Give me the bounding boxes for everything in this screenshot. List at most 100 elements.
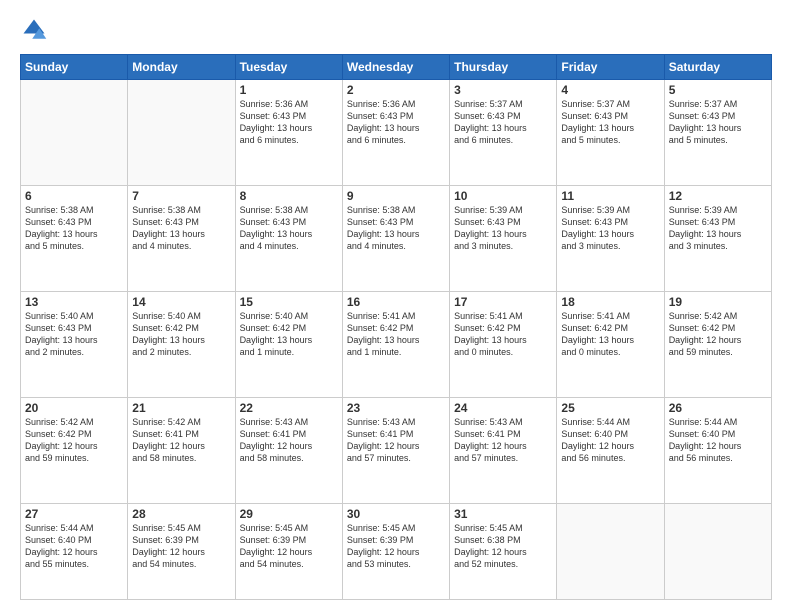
day-number: 18 bbox=[561, 295, 659, 309]
day-info: Sunrise: 5:38 AM Sunset: 6:43 PM Dayligh… bbox=[240, 204, 338, 253]
weekday-header: Tuesday bbox=[235, 55, 342, 80]
day-number: 31 bbox=[454, 507, 552, 521]
calendar-week-row: 20Sunrise: 5:42 AM Sunset: 6:42 PM Dayli… bbox=[21, 397, 772, 503]
day-number: 30 bbox=[347, 507, 445, 521]
day-info: Sunrise: 5:42 AM Sunset: 6:42 PM Dayligh… bbox=[25, 416, 123, 465]
day-number: 27 bbox=[25, 507, 123, 521]
day-info: Sunrise: 5:42 AM Sunset: 6:42 PM Dayligh… bbox=[669, 310, 767, 359]
weekday-header: Thursday bbox=[450, 55, 557, 80]
day-info: Sunrise: 5:41 AM Sunset: 6:42 PM Dayligh… bbox=[561, 310, 659, 359]
day-number: 19 bbox=[669, 295, 767, 309]
day-info: Sunrise: 5:44 AM Sunset: 6:40 PM Dayligh… bbox=[561, 416, 659, 465]
calendar-cell: 4Sunrise: 5:37 AM Sunset: 6:43 PM Daylig… bbox=[557, 80, 664, 186]
calendar-cell: 8Sunrise: 5:38 AM Sunset: 6:43 PM Daylig… bbox=[235, 185, 342, 291]
calendar-cell: 1Sunrise: 5:36 AM Sunset: 6:43 PM Daylig… bbox=[235, 80, 342, 186]
calendar-cell: 29Sunrise: 5:45 AM Sunset: 6:39 PM Dayli… bbox=[235, 503, 342, 599]
day-number: 8 bbox=[240, 189, 338, 203]
calendar-cell: 26Sunrise: 5:44 AM Sunset: 6:40 PM Dayli… bbox=[664, 397, 771, 503]
day-info: Sunrise: 5:38 AM Sunset: 6:43 PM Dayligh… bbox=[132, 204, 230, 253]
calendar-cell bbox=[557, 503, 664, 599]
calendar-cell: 22Sunrise: 5:43 AM Sunset: 6:41 PM Dayli… bbox=[235, 397, 342, 503]
day-info: Sunrise: 5:39 AM Sunset: 6:43 PM Dayligh… bbox=[454, 204, 552, 253]
day-info: Sunrise: 5:39 AM Sunset: 6:43 PM Dayligh… bbox=[561, 204, 659, 253]
calendar-cell: 10Sunrise: 5:39 AM Sunset: 6:43 PM Dayli… bbox=[450, 185, 557, 291]
day-number: 5 bbox=[669, 83, 767, 97]
weekday-header: Wednesday bbox=[342, 55, 449, 80]
day-info: Sunrise: 5:40 AM Sunset: 6:42 PM Dayligh… bbox=[132, 310, 230, 359]
day-number: 24 bbox=[454, 401, 552, 415]
calendar-cell: 24Sunrise: 5:43 AM Sunset: 6:41 PM Dayli… bbox=[450, 397, 557, 503]
day-info: Sunrise: 5:45 AM Sunset: 6:39 PM Dayligh… bbox=[347, 522, 445, 571]
day-number: 17 bbox=[454, 295, 552, 309]
day-number: 16 bbox=[347, 295, 445, 309]
day-number: 11 bbox=[561, 189, 659, 203]
day-number: 14 bbox=[132, 295, 230, 309]
day-number: 26 bbox=[669, 401, 767, 415]
day-number: 4 bbox=[561, 83, 659, 97]
day-info: Sunrise: 5:45 AM Sunset: 6:38 PM Dayligh… bbox=[454, 522, 552, 571]
calendar-cell: 27Sunrise: 5:44 AM Sunset: 6:40 PM Dayli… bbox=[21, 503, 128, 599]
calendar-cell: 5Sunrise: 5:37 AM Sunset: 6:43 PM Daylig… bbox=[664, 80, 771, 186]
calendar-cell: 19Sunrise: 5:42 AM Sunset: 6:42 PM Dayli… bbox=[664, 291, 771, 397]
day-info: Sunrise: 5:45 AM Sunset: 6:39 PM Dayligh… bbox=[240, 522, 338, 571]
day-number: 9 bbox=[347, 189, 445, 203]
day-info: Sunrise: 5:39 AM Sunset: 6:43 PM Dayligh… bbox=[669, 204, 767, 253]
weekday-header: Monday bbox=[128, 55, 235, 80]
calendar-cell: 16Sunrise: 5:41 AM Sunset: 6:42 PM Dayli… bbox=[342, 291, 449, 397]
day-number: 1 bbox=[240, 83, 338, 97]
weekday-header: Sunday bbox=[21, 55, 128, 80]
day-number: 15 bbox=[240, 295, 338, 309]
day-number: 25 bbox=[561, 401, 659, 415]
day-number: 20 bbox=[25, 401, 123, 415]
calendar-cell: 13Sunrise: 5:40 AM Sunset: 6:43 PM Dayli… bbox=[21, 291, 128, 397]
calendar-cell: 20Sunrise: 5:42 AM Sunset: 6:42 PM Dayli… bbox=[21, 397, 128, 503]
calendar-cell: 3Sunrise: 5:37 AM Sunset: 6:43 PM Daylig… bbox=[450, 80, 557, 186]
page: SundayMondayTuesdayWednesdayThursdayFrid… bbox=[0, 0, 792, 612]
calendar-cell bbox=[664, 503, 771, 599]
calendar-table: SundayMondayTuesdayWednesdayThursdayFrid… bbox=[20, 54, 772, 600]
calendar-cell: 2Sunrise: 5:36 AM Sunset: 6:43 PM Daylig… bbox=[342, 80, 449, 186]
day-info: Sunrise: 5:40 AM Sunset: 6:43 PM Dayligh… bbox=[25, 310, 123, 359]
day-number: 22 bbox=[240, 401, 338, 415]
calendar-cell: 31Sunrise: 5:45 AM Sunset: 6:38 PM Dayli… bbox=[450, 503, 557, 599]
day-number: 23 bbox=[347, 401, 445, 415]
calendar-cell: 14Sunrise: 5:40 AM Sunset: 6:42 PM Dayli… bbox=[128, 291, 235, 397]
calendar-cell: 6Sunrise: 5:38 AM Sunset: 6:43 PM Daylig… bbox=[21, 185, 128, 291]
calendar-week-row: 13Sunrise: 5:40 AM Sunset: 6:43 PM Dayli… bbox=[21, 291, 772, 397]
day-info: Sunrise: 5:38 AM Sunset: 6:43 PM Dayligh… bbox=[347, 204, 445, 253]
header bbox=[20, 16, 772, 44]
day-number: 6 bbox=[25, 189, 123, 203]
calendar-cell bbox=[21, 80, 128, 186]
logo bbox=[20, 16, 52, 44]
day-number: 10 bbox=[454, 189, 552, 203]
weekday-header: Friday bbox=[557, 55, 664, 80]
calendar-cell: 25Sunrise: 5:44 AM Sunset: 6:40 PM Dayli… bbox=[557, 397, 664, 503]
day-number: 7 bbox=[132, 189, 230, 203]
day-info: Sunrise: 5:41 AM Sunset: 6:42 PM Dayligh… bbox=[347, 310, 445, 359]
day-info: Sunrise: 5:41 AM Sunset: 6:42 PM Dayligh… bbox=[454, 310, 552, 359]
day-info: Sunrise: 5:43 AM Sunset: 6:41 PM Dayligh… bbox=[240, 416, 338, 465]
logo-icon bbox=[20, 16, 48, 44]
calendar-cell: 30Sunrise: 5:45 AM Sunset: 6:39 PM Dayli… bbox=[342, 503, 449, 599]
weekday-header-row: SundayMondayTuesdayWednesdayThursdayFrid… bbox=[21, 55, 772, 80]
calendar-cell: 12Sunrise: 5:39 AM Sunset: 6:43 PM Dayli… bbox=[664, 185, 771, 291]
day-info: Sunrise: 5:42 AM Sunset: 6:41 PM Dayligh… bbox=[132, 416, 230, 465]
calendar-week-row: 1Sunrise: 5:36 AM Sunset: 6:43 PM Daylig… bbox=[21, 80, 772, 186]
day-info: Sunrise: 5:38 AM Sunset: 6:43 PM Dayligh… bbox=[25, 204, 123, 253]
calendar-cell: 7Sunrise: 5:38 AM Sunset: 6:43 PM Daylig… bbox=[128, 185, 235, 291]
day-number: 12 bbox=[669, 189, 767, 203]
day-number: 2 bbox=[347, 83, 445, 97]
day-info: Sunrise: 5:37 AM Sunset: 6:43 PM Dayligh… bbox=[454, 98, 552, 147]
calendar-cell: 9Sunrise: 5:38 AM Sunset: 6:43 PM Daylig… bbox=[342, 185, 449, 291]
day-info: Sunrise: 5:37 AM Sunset: 6:43 PM Dayligh… bbox=[669, 98, 767, 147]
day-number: 13 bbox=[25, 295, 123, 309]
calendar-cell: 15Sunrise: 5:40 AM Sunset: 6:42 PM Dayli… bbox=[235, 291, 342, 397]
calendar-cell: 23Sunrise: 5:43 AM Sunset: 6:41 PM Dayli… bbox=[342, 397, 449, 503]
calendar-cell bbox=[128, 80, 235, 186]
day-info: Sunrise: 5:44 AM Sunset: 6:40 PM Dayligh… bbox=[669, 416, 767, 465]
day-number: 21 bbox=[132, 401, 230, 415]
day-info: Sunrise: 5:44 AM Sunset: 6:40 PM Dayligh… bbox=[25, 522, 123, 571]
calendar-cell: 18Sunrise: 5:41 AM Sunset: 6:42 PM Dayli… bbox=[557, 291, 664, 397]
day-info: Sunrise: 5:37 AM Sunset: 6:43 PM Dayligh… bbox=[561, 98, 659, 147]
day-info: Sunrise: 5:43 AM Sunset: 6:41 PM Dayligh… bbox=[454, 416, 552, 465]
